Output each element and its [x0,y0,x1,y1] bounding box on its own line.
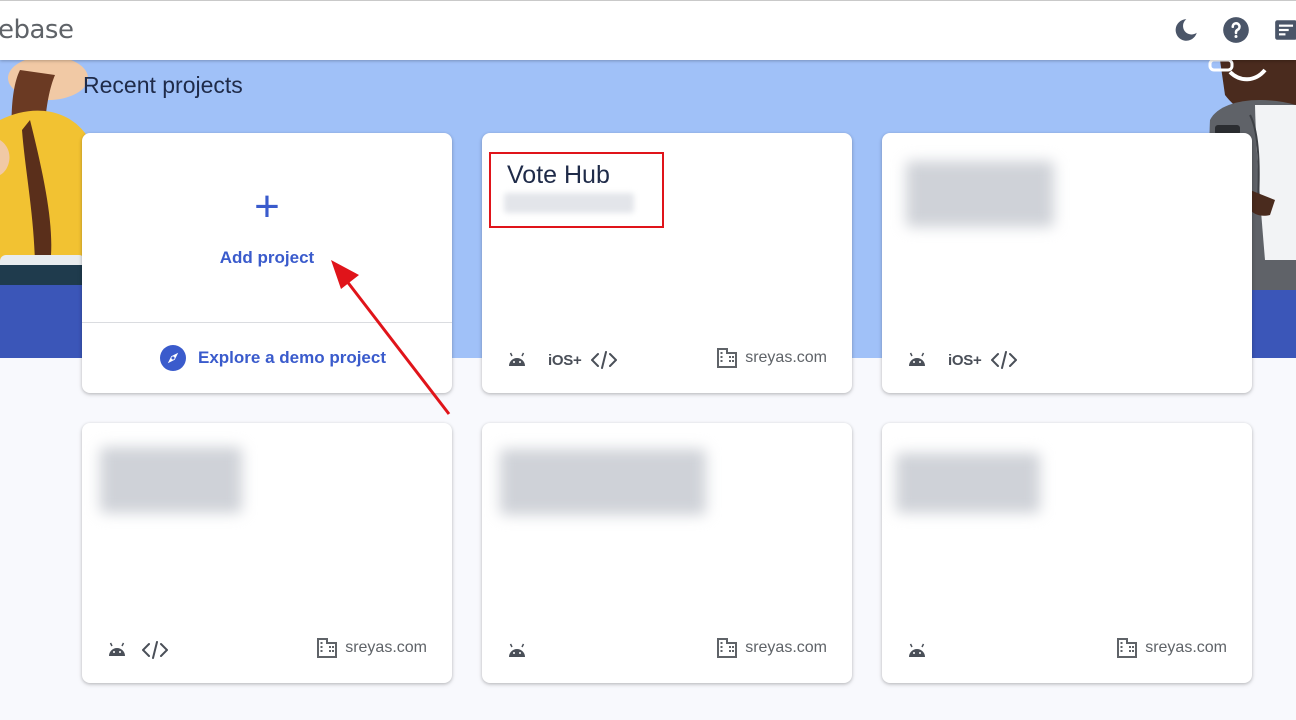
org-domain: sreyas.com [345,639,427,656]
web-code-icon [991,351,1018,369]
android-icon [509,352,525,366]
arrow-annotation [331,260,451,415]
building-icon [1117,638,1138,658]
platform-icons [108,641,168,659]
org-domain: sreyas.com [745,639,827,656]
project-title-blurred [100,447,242,513]
org-info: sreyas.com [717,348,827,368]
dark-mode-icon[interactable] [1172,16,1200,44]
android-icon [909,643,925,657]
top-app-bar: ebase [0,0,1296,60]
project-card[interactable]: sreyas.com [482,423,852,683]
org-domain: sreyas.com [1145,639,1227,656]
platform-icons [508,643,526,659]
building-icon [717,348,738,368]
project-title-blurred [896,453,1040,513]
add-project-label: Add project [219,248,315,267]
project-card[interactable]: iOS+ [882,133,1252,393]
android-icon [509,643,525,657]
web-code-icon [591,351,618,369]
android-icon [109,642,125,656]
platform-icons [908,643,926,659]
project-card[interactable]: sreyas.com [882,423,1252,683]
plus-icon: + [254,182,280,231]
project-title-blurred [906,161,1054,227]
ios-icon: iOS+ [948,351,982,369]
building-icon [317,638,338,658]
org-info: sreyas.com [317,638,427,658]
highlight-box-annotation [489,152,664,228]
android-icon [909,352,925,366]
web-code-icon [142,641,168,659]
platform-icons: iOS+ [908,351,1018,369]
org-info: sreyas.com [1117,638,1227,658]
project-card[interactable]: sreyas.com [82,423,452,683]
project-title-blurred [500,449,706,515]
help-icon[interactable] [1222,16,1250,44]
platform-icons: iOS+ [508,351,618,369]
building-icon [717,638,738,658]
org-info: sreyas.com [717,638,827,658]
notes-icon[interactable] [1272,16,1296,44]
org-domain: sreyas.com [745,349,827,366]
page-title: Recent projects [83,72,243,98]
compass-icon [160,345,186,371]
ios-icon: iOS+ [548,351,582,369]
brand-logo-text[interactable]: ebase [0,15,74,45]
